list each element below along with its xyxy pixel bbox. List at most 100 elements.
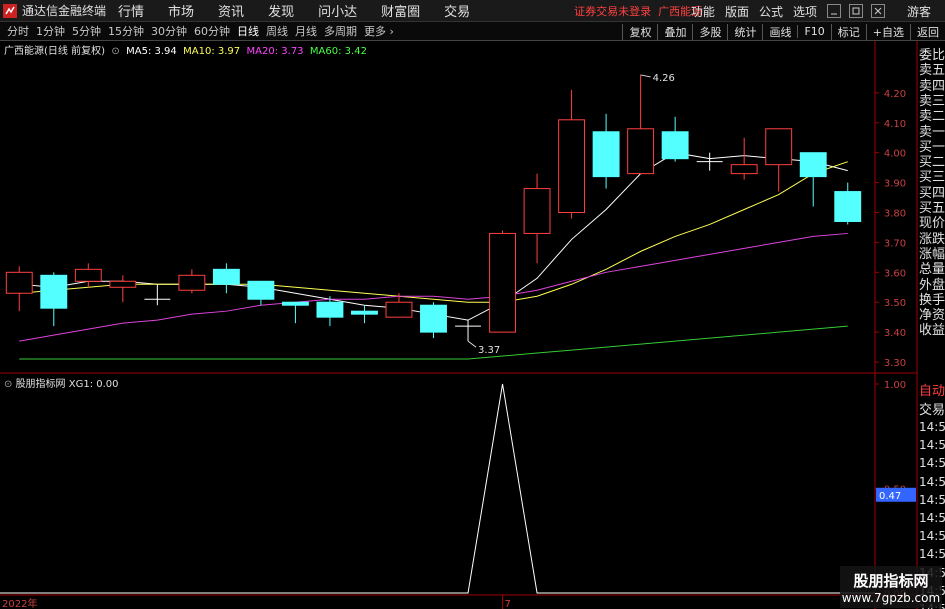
app-logo-icon bbox=[2, 3, 18, 19]
ma-line-ma5 bbox=[19, 152, 848, 321]
current-value-label: 0.47 bbox=[879, 491, 901, 502]
toolbar-right: 复权 叠加 多股 统计 画线 F10 标记 +自选 返回 bbox=[622, 22, 945, 41]
period-weekly[interactable]: 周线 bbox=[266, 23, 288, 39]
candle-body-up bbox=[765, 128, 793, 166]
ma-settings-icon[interactable]: ⊙ bbox=[108, 46, 123, 57]
period-toolbar: 分时 1分钟 5分钟 15分钟 30分钟 60分钟 日线 周线 月线 多周期 更… bbox=[0, 22, 945, 41]
menu-discover[interactable]: 发现 bbox=[268, 1, 294, 20]
menu-options[interactable]: 选项 bbox=[793, 3, 817, 20]
candle-body-down bbox=[316, 301, 344, 318]
tick-time: 14:56 bbox=[919, 527, 945, 547]
price-tick-label: 3.60 bbox=[884, 268, 906, 279]
candle-body-down bbox=[247, 280, 275, 300]
period-multi[interactable]: 多周期 bbox=[324, 23, 357, 39]
xg1-line bbox=[0, 383, 875, 594]
mark-button[interactable]: 标记 bbox=[830, 23, 866, 40]
watermark-title: 股朋指标网 bbox=[853, 571, 929, 590]
candle-body-up bbox=[74, 268, 102, 282]
tick-time: 14:56 bbox=[919, 490, 945, 510]
auto-trade-label[interactable]: 自动 bbox=[919, 382, 945, 401]
indicator-tick-label: 1.00 bbox=[884, 380, 906, 391]
candle-body-up bbox=[5, 271, 33, 294]
back-button[interactable]: 返回 bbox=[910, 23, 945, 40]
candle-body-down bbox=[592, 131, 620, 178]
menu-layout[interactable]: 版面 bbox=[725, 3, 749, 20]
menu-assistant[interactable]: 问小达 bbox=[318, 1, 357, 20]
indicator-settings-icon[interactable]: ⊙ bbox=[4, 379, 16, 390]
candle-body-up bbox=[523, 188, 551, 234]
indicator-header: ⊙ 股朋指标网 XG1: 0.00 bbox=[4, 375, 119, 390]
candle-body-down bbox=[834, 191, 862, 222]
tick-time: 14:56 bbox=[919, 545, 945, 565]
ma5-label: MA5: 3.94 bbox=[126, 46, 177, 57]
menu-wealth-circle[interactable]: 财富圈 bbox=[381, 1, 420, 20]
add-favorite-button[interactable]: +自选 bbox=[865, 23, 910, 40]
multi-stock-button[interactable]: 多股 bbox=[692, 23, 727, 40]
candle-body-up bbox=[489, 232, 516, 333]
candle-body-up bbox=[109, 280, 137, 288]
period-monthly[interactable]: 月线 bbox=[295, 23, 317, 39]
tick-time: 14:56 bbox=[919, 472, 945, 492]
kline-chart[interactable]: 4.20 4.10 4.00 3.90 3.80 3.70 3.60 3.50 3.40 3.30… bbox=[0, 41, 945, 609]
main-chart-header: 广西能源(日线 前复权) ⊙ MA5: 3.94 MA10: 3.97 MA20… bbox=[4, 42, 367, 57]
candle-body-up bbox=[178, 274, 206, 291]
candle-body-down bbox=[351, 310, 378, 315]
period-daily[interactable]: 日线 bbox=[237, 23, 259, 39]
menu-news[interactable]: 资讯 bbox=[218, 1, 244, 20]
candle-body-down bbox=[40, 274, 68, 309]
overlay-button[interactable]: 叠加 bbox=[657, 23, 692, 40]
candle-body-down bbox=[281, 301, 309, 306]
indicator-title[interactable]: 股朋指标网 bbox=[16, 379, 66, 390]
f10-button[interactable]: F10 bbox=[797, 25, 830, 38]
low-pointer bbox=[467, 340, 477, 348]
login-status[interactable]: 证券交易未登录 广西能源 bbox=[574, 3, 702, 19]
candle-body-down bbox=[799, 152, 827, 178]
statistics-button[interactable]: 统计 bbox=[727, 23, 762, 40]
chevron-right-icon: › bbox=[386, 25, 394, 38]
sidebar-label: 收益 bbox=[919, 321, 945, 341]
price-tick-label: 3.40 bbox=[884, 328, 906, 339]
period-more[interactable]: 更多 › bbox=[364, 23, 394, 39]
adjust-button[interactable]: 复权 bbox=[622, 23, 657, 40]
menu-market-quotes[interactable]: 行情 bbox=[118, 1, 144, 20]
candle-body-up bbox=[558, 119, 586, 214]
maximize-icon[interactable] bbox=[848, 4, 863, 18]
menu-trade[interactable]: 交易 bbox=[444, 1, 470, 20]
tick-time: 14:56 bbox=[919, 436, 945, 456]
period-60min[interactable]: 60分钟 bbox=[194, 23, 230, 39]
candle-body-up bbox=[627, 128, 655, 175]
month-label: 7 bbox=[505, 599, 511, 609]
draw-line-button[interactable]: 画线 bbox=[762, 23, 797, 40]
period-30min[interactable]: 30分钟 bbox=[151, 23, 187, 39]
tick-time: 14:56 bbox=[919, 509, 945, 528]
ma20-label: MA20: 3.73 bbox=[246, 46, 304, 57]
period-5min[interactable]: 5分钟 bbox=[72, 23, 101, 39]
tick-time: 14:56 bbox=[919, 454, 945, 474]
candle-body-up bbox=[385, 301, 413, 318]
period-intraday[interactable]: 分时 bbox=[7, 23, 29, 39]
guest-label[interactable]: 游客 bbox=[907, 3, 931, 20]
candle-body-up bbox=[730, 164, 758, 175]
period-15min[interactable]: 15分钟 bbox=[108, 23, 144, 39]
menu-functions[interactable]: 功能 bbox=[691, 3, 715, 20]
menu-market[interactable]: 市场 bbox=[168, 1, 194, 20]
close-icon[interactable] bbox=[870, 4, 885, 18]
low-price-label: 3.37 bbox=[478, 345, 500, 356]
high-price-label: 4.26 bbox=[653, 73, 675, 84]
menu-formula[interactable]: 公式 bbox=[759, 3, 783, 20]
price-tick-label: 3.50 bbox=[884, 298, 906, 309]
watermark-url: www.7gpzb.com bbox=[841, 590, 941, 605]
period-1min[interactable]: 1分钟 bbox=[36, 23, 65, 39]
title-bar: 通达信金融终端 行情 市场 资讯 发现 问小达 财富圈 交易 证券交易未登录 广… bbox=[0, 0, 945, 22]
candle-body-down bbox=[661, 131, 689, 160]
main-chart-title: 广西能源(日线 前复权) bbox=[4, 46, 105, 57]
minimize-icon[interactable] bbox=[826, 4, 841, 18]
tick-time: 14:56 bbox=[919, 418, 945, 437]
price-tick-label: 3.90 bbox=[884, 179, 906, 190]
price-tick-label: 4.10 bbox=[884, 119, 906, 130]
main-menu: 行情 市场 资讯 发现 问小达 财富圈 交易 bbox=[118, 1, 494, 20]
indicator-value-label: XG1: 0.00 bbox=[68, 379, 119, 390]
ma10-label: MA10: 3.97 bbox=[183, 46, 241, 57]
title-bar-right: 功能 版面 公式 选项 游客 bbox=[691, 0, 945, 22]
chart-area[interactable]: 4.20 4.10 4.00 3.90 3.80 3.70 3.60 3.50 3.40 3.30… bbox=[0, 41, 945, 609]
